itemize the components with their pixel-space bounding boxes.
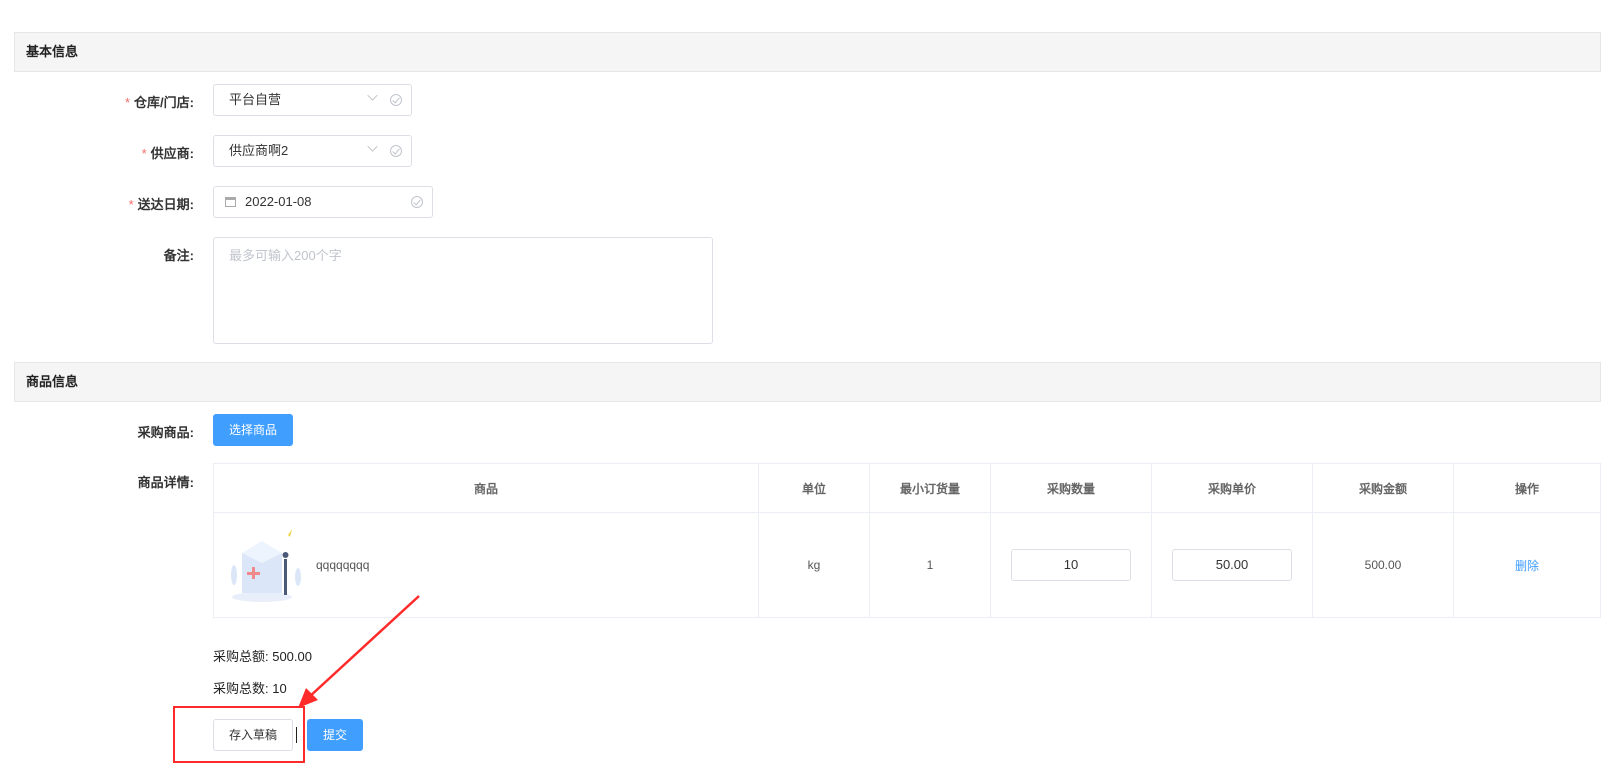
annotation-arrow-icon bbox=[298, 595, 420, 708]
